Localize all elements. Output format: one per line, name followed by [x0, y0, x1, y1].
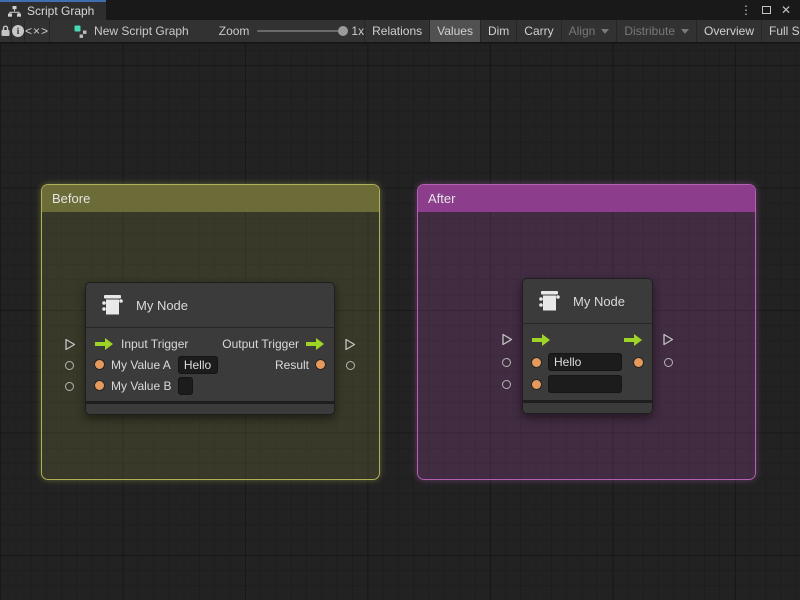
value-b-label: My Value B — [111, 379, 171, 393]
external-value-port-left-icon[interactable] — [65, 382, 74, 391]
graph-canvas[interactable]: Before After — [0, 44, 800, 600]
dim-button[interactable]: Dim — [480, 20, 516, 42]
carry-button[interactable]: Carry — [516, 20, 560, 42]
graph-breadcrumb[interactable]: New Script Graph — [62, 20, 201, 42]
value-a-input[interactable] — [178, 356, 218, 374]
group-after-title: After — [428, 191, 455, 206]
window-menu-icon[interactable]: ⋮ — [738, 2, 754, 18]
value-port-icon[interactable] — [316, 360, 325, 369]
port-row-value-a — [523, 351, 652, 373]
graph-toolbar: i <×> New Script Graph Zoom 1x Relations — [0, 20, 800, 43]
distribute-dropdown[interactable]: Distribute — [616, 20, 696, 42]
node-after-my-node[interactable]: My Node — [522, 278, 653, 414]
node-body — [523, 324, 652, 400]
node-before-my-node[interactable]: My Node Input Trigger Output Trigger — [85, 282, 335, 415]
code-preview-button[interactable]: <×> — [25, 20, 50, 42]
node-header[interactable]: My Node — [86, 283, 334, 328]
inspect-button[interactable]: i — [12, 20, 25, 42]
external-flow-port-right-icon[interactable] — [662, 333, 674, 346]
external-flow-port-left-icon[interactable] — [501, 333, 513, 346]
external-value-port-right-icon[interactable] — [664, 358, 673, 367]
toolbar-toggles: Relations Values Dim Carry Align Distrib… — [364, 20, 800, 42]
flow-output-arrow-icon[interactable] — [306, 338, 325, 350]
window-controls: ⋮ ✕ — [738, 0, 800, 20]
external-value-port-left-icon[interactable] — [502, 380, 511, 389]
unit-icon — [535, 287, 563, 315]
node-title: My Node — [136, 298, 188, 313]
node-title: My Node — [573, 294, 625, 309]
tab-script-graph[interactable]: Script Graph — [0, 0, 106, 20]
port-row-flow — [523, 329, 652, 351]
zoom-slider-handle[interactable] — [338, 26, 348, 36]
tab-strip: Script Graph ⋮ ✕ — [0, 0, 800, 20]
zoom-control: Zoom 1x — [219, 20, 364, 42]
node-body: Input Trigger Output Trigger My Value A — [86, 328, 334, 401]
flow-input-arrow-icon[interactable] — [532, 334, 551, 346]
lock-icon — [0, 25, 11, 37]
relations-button[interactable]: Relations — [364, 20, 429, 42]
flow-input-arrow-icon[interactable] — [95, 338, 114, 350]
external-flow-port-right-icon[interactable] — [344, 338, 356, 351]
value-port-icon[interactable] — [634, 358, 643, 367]
port-row-value-a: My Value A Result — [86, 354, 334, 375]
group-before-header[interactable]: Before — [42, 185, 379, 212]
value-b-input[interactable] — [548, 375, 622, 393]
unit-icon — [98, 291, 126, 319]
external-flow-port-left-icon[interactable] — [64, 338, 76, 351]
node-footer — [86, 404, 334, 414]
value-a-label: My Value A — [111, 358, 171, 372]
value-port-icon[interactable] — [532, 380, 541, 389]
chevron-down-icon — [601, 29, 609, 34]
value-a-input[interactable] — [548, 353, 622, 371]
node-footer — [523, 403, 652, 413]
zoom-label: Zoom — [219, 24, 250, 38]
node-header[interactable]: My Node — [523, 279, 652, 324]
graph-asset-icon — [74, 25, 88, 38]
flow-output-label: Output Trigger — [222, 337, 299, 351]
value-port-icon[interactable] — [532, 358, 541, 367]
zoom-slider[interactable] — [257, 30, 343, 32]
group-before-title: Before — [52, 191, 90, 206]
flow-input-label: Input Trigger — [121, 337, 188, 351]
script-graph-icon — [8, 6, 21, 17]
flow-output-arrow-icon[interactable] — [624, 334, 643, 346]
tab-title: Script Graph — [27, 4, 94, 18]
zoom-value: 1x — [351, 24, 364, 38]
info-icon: i — [12, 25, 24, 37]
align-dropdown[interactable]: Align — [561, 20, 617, 42]
values-button[interactable]: Values — [429, 20, 480, 42]
window-maximize-icon[interactable] — [758, 2, 774, 18]
port-row-value-b: My Value B — [86, 375, 334, 396]
lock-button[interactable] — [0, 20, 12, 42]
fullscreen-button[interactable]: Full Scr — [761, 20, 800, 42]
result-label: Result — [275, 358, 309, 372]
group-after-header[interactable]: After — [418, 185, 755, 212]
chevron-down-icon — [681, 29, 689, 34]
graph-name-label: New Script Graph — [94, 24, 189, 38]
port-row-flow: Input Trigger Output Trigger — [86, 333, 334, 354]
window-close-icon[interactable]: ✕ — [778, 2, 794, 18]
value-b-input[interactable] — [178, 377, 193, 395]
external-value-port-left-icon[interactable] — [502, 358, 511, 367]
overview-button[interactable]: Overview — [696, 20, 761, 42]
value-port-icon[interactable] — [95, 381, 104, 390]
external-value-port-right-icon[interactable] — [346, 361, 355, 370]
port-row-value-b — [523, 373, 652, 395]
script-graph-window: Script Graph ⋮ ✕ i <×> — [0, 0, 800, 600]
external-value-port-left-icon[interactable] — [65, 361, 74, 370]
value-port-icon[interactable] — [95, 360, 104, 369]
